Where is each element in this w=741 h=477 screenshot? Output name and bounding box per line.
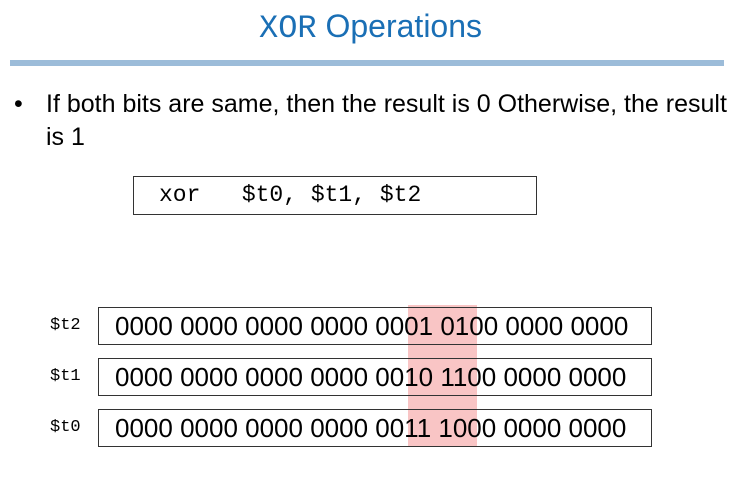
slide-title-mono: XOR [258, 10, 317, 47]
register-value: 0000 0000 0000 0000 0010 1100 0000 0000 [98, 358, 652, 396]
register-row-t1: $t1 0000 0000 0000 0000 0010 1100 0000 0… [0, 358, 741, 396]
code-instruction: xor $t0, $t1, $t2 [133, 176, 537, 215]
bullet-text: If both bits are same, then the result i… [46, 90, 727, 151]
bullet-marker: • [14, 90, 23, 118]
register-label: $t1 [50, 367, 81, 386]
register-value: 0000 0000 0000 0000 0001 0100 0000 0000 [98, 307, 652, 345]
register-label: $t0 [50, 418, 81, 437]
register-row-t2: $t2 0000 0000 0000 0000 0001 0100 0000 0… [0, 307, 741, 345]
register-label: $t2 [50, 316, 81, 335]
slide-title-rest: Operations [316, 8, 483, 44]
register-row-t0: $t0 0000 0000 0000 0000 0011 1000 0000 0… [0, 409, 741, 447]
title-divider [10, 60, 724, 66]
slide-title: XOR Operations [0, 4, 741, 51]
register-value: 0000 0000 0000 0000 0011 1000 0000 0000 [98, 409, 652, 447]
